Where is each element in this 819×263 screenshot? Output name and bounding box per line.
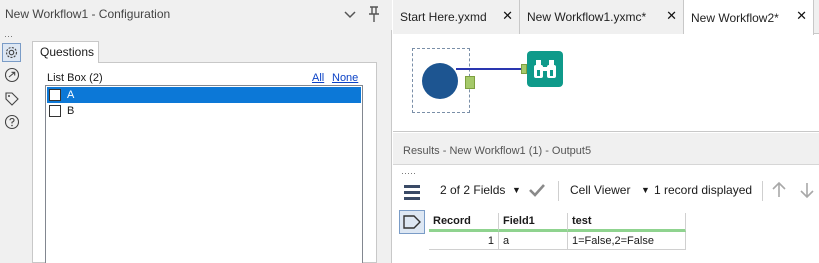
list-item[interactable]: A xyxy=(47,87,361,103)
records-displayed-text: 1 record displayed xyxy=(654,183,753,197)
binoculars-icon xyxy=(534,60,556,78)
table-cell-field1[interactable]: a xyxy=(499,232,568,250)
gear-icon[interactable] xyxy=(2,43,21,62)
tag-icon[interactable] xyxy=(2,89,21,108)
column-header-record[interactable]: Record xyxy=(429,213,499,232)
cell-viewer-dropdown[interactable]: Cell Viewer xyxy=(570,183,630,197)
input-tool[interactable] xyxy=(412,48,475,113)
tag-icon[interactable] xyxy=(399,210,425,234)
results-header: Results - New Workflow1 (1) - Output5 xyxy=(393,133,819,165)
configuration-title: New Workflow1 - Configuration xyxy=(5,7,171,21)
share-icon[interactable] xyxy=(2,65,21,84)
chevron-down-icon[interactable] xyxy=(340,4,360,24)
browse-tool[interactable] xyxy=(527,51,563,87)
pin-icon[interactable] xyxy=(364,3,384,25)
checkbox[interactable] xyxy=(49,105,61,117)
tab-label: Start Here.yxmd xyxy=(400,10,487,24)
toolbar-divider xyxy=(762,181,763,201)
output-anchor[interactable] xyxy=(465,76,475,89)
listbox-label: List Box (2) xyxy=(47,72,103,84)
connection-line[interactable] xyxy=(456,68,522,70)
arrow-up-icon[interactable] xyxy=(770,180,788,200)
tab-start-here[interactable]: Start Here.yxmd ✕ xyxy=(393,0,520,34)
checkbox[interactable] xyxy=(49,89,61,101)
table-cell-record[interactable]: 1 xyxy=(429,232,499,250)
grip-handle[interactable]: ··· xyxy=(4,32,13,41)
toolbar-divider xyxy=(558,181,559,201)
fields-dropdown[interactable]: 2 of 2 Fields xyxy=(440,183,505,197)
list-item[interactable]: B xyxy=(47,103,361,119)
list-box[interactable]: A B xyxy=(45,85,363,263)
configuration-header: New Workflow1 - Configuration xyxy=(0,0,392,30)
help-icon[interactable] xyxy=(2,112,21,131)
tab-questions[interactable]: Questions xyxy=(32,41,99,63)
questions-panel: List Box (2) All None A B xyxy=(32,62,377,263)
select-all-link[interactable]: All xyxy=(312,72,324,84)
close-icon[interactable]: ✕ xyxy=(666,8,677,24)
tab-label: New Workflow2* xyxy=(691,10,779,25)
select-none-link[interactable]: None xyxy=(332,72,358,84)
rows-icon[interactable] xyxy=(402,182,422,204)
tab-new-workflow2[interactable]: New Workflow2* ✕ xyxy=(684,0,814,35)
tab-new-workflow1[interactable]: New Workflow1.yxmc* ✕ xyxy=(520,0,684,34)
results-gutter xyxy=(393,209,429,263)
grip-handle[interactable]: ····· xyxy=(401,169,416,178)
table-cell-test[interactable]: 1=False,2=False xyxy=(568,232,686,250)
close-icon[interactable]: ✕ xyxy=(796,8,807,24)
workflow-canvas[interactable] xyxy=(393,35,819,132)
close-icon[interactable]: ✕ xyxy=(502,8,513,24)
column-header-field1[interactable]: Field1 xyxy=(499,213,568,232)
arrow-down-icon[interactable] xyxy=(798,180,816,200)
configuration-pane: New Workflow1 - Configuration ··· Questi… xyxy=(0,0,392,263)
tab-label: New Workflow1.yxmc* xyxy=(527,10,647,24)
caret-down-icon[interactable]: ▼ xyxy=(512,185,521,195)
results-toolbar: ····· 2 of 2 Fields ▼ Cell Viewer ▼ 1 re… xyxy=(393,166,819,209)
input-tool-circle-icon xyxy=(422,63,458,99)
checkmark-icon[interactable] xyxy=(528,181,546,199)
configuration-side-strip: ··· xyxy=(0,30,24,263)
list-item-label: A xyxy=(67,89,75,101)
list-item-label: B xyxy=(67,105,75,117)
results-title: Results - New Workflow1 (1) - Output5 xyxy=(403,145,592,157)
column-header-test[interactable]: test xyxy=(568,213,686,232)
caret-down-icon[interactable]: ▼ xyxy=(641,185,650,195)
document-tab-bar: Start Here.yxmd ✕ New Workflow1.yxmc* ✕ … xyxy=(393,0,819,35)
